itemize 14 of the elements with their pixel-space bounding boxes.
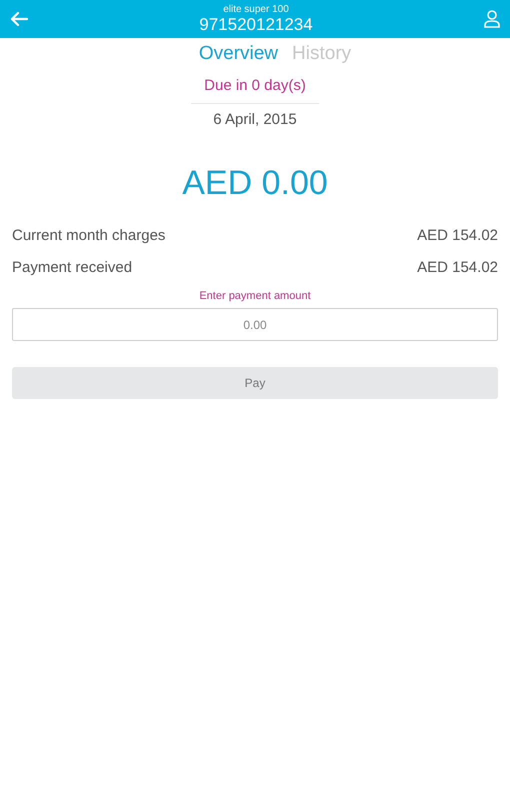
charge-amount: AED 154.02 [417, 226, 498, 246]
charge-amount: AED 154.02 [417, 258, 498, 278]
user-icon[interactable] [484, 10, 500, 28]
charge-label: Payment received [12, 258, 132, 278]
plan-name: elite super 100 [223, 5, 289, 15]
phone-number: 971520121234 [199, 16, 313, 33]
due-date: 6 April, 2015 [213, 110, 297, 130]
charge-label: Current month charges [12, 226, 166, 246]
back-arrow-icon[interactable] [10, 11, 28, 27]
payment-amount-label: Enter payment amount [199, 288, 311, 304]
payment-amount-field[interactable]: 0.00 [12, 308, 498, 341]
tab[interactable]: Overview [198, 40, 278, 68]
due-notice: Due in 0 day(s) [204, 76, 306, 96]
balance-amount: AED 0.00 [182, 162, 328, 204]
